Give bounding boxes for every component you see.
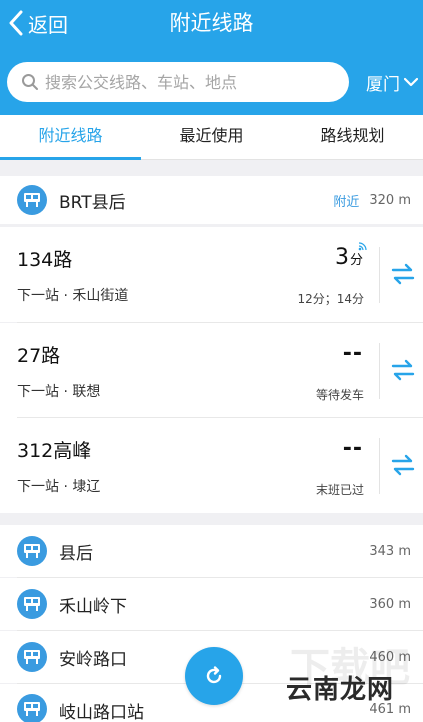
- eta-value: 3: [334, 245, 349, 270]
- refresh-button[interactable]: [185, 647, 243, 705]
- swap-direction-icon[interactable]: [390, 454, 416, 476]
- divider: [379, 343, 380, 399]
- station-header[interactable]: BRT县后 附近 320 m: [0, 176, 423, 224]
- bus-stop-icon: [17, 642, 47, 672]
- station-distance: 360 m: [369, 596, 411, 612]
- route-row[interactable]: 27路 下一站 · 联想 -- 等待发车: [0, 323, 423, 418]
- station-name: 县后: [59, 543, 93, 564]
- watermark-text: 云南龙网: [286, 675, 395, 705]
- city-selector[interactable]: 厦门: [366, 68, 418, 96]
- swap-direction-icon[interactable]: [390, 359, 416, 381]
- search-icon: [22, 74, 38, 90]
- route-name: 27路: [17, 345, 61, 367]
- tab-route-planning[interactable]: 路线规划: [282, 115, 423, 159]
- eta-note: 等待发车: [315, 388, 364, 402]
- divider: [379, 438, 380, 494]
- bus-stop-icon: [17, 694, 47, 722]
- route-row[interactable]: 134路 下一站 · 禾山街道 3 分 12分；14分: [0, 227, 423, 322]
- route-name: 134路: [17, 249, 73, 271]
- next-stop: 下一站 · 禾山街道: [17, 288, 129, 304]
- bus-stop-icon: [17, 589, 47, 619]
- bus-stop-icon: [17, 536, 47, 566]
- eta-note: 12分；14分: [297, 292, 364, 306]
- nearby-tag: 附近: [333, 194, 360, 210]
- city-label: 厦门: [366, 74, 400, 95]
- swap-direction-icon[interactable]: [390, 263, 416, 285]
- realtime-signal-icon: [358, 242, 367, 251]
- refresh-icon: [206, 666, 222, 684]
- route-name: 312高峰: [17, 440, 92, 462]
- route-row[interactable]: 312高峰 下一站 · 埭辽 -- 末班已过: [0, 418, 423, 513]
- tab-recent[interactable]: 最近使用: [141, 115, 282, 159]
- station-row[interactable]: 禾山岭下 360 m: [0, 578, 423, 630]
- station-name: 禾山岭下: [59, 596, 127, 617]
- tab-nearby-routes[interactable]: 附近线路: [0, 115, 141, 160]
- chevron-down-icon: [404, 77, 418, 87]
- tab-bar: 附近线路 最近使用 路线规划: [0, 115, 423, 160]
- bus-stop-icon: [17, 185, 47, 215]
- eta-unit: 分: [349, 253, 363, 268]
- page-title: 附近线路: [169, 11, 254, 35]
- next-stop: 下一站 · 联想: [17, 384, 101, 400]
- divider: [379, 247, 380, 303]
- app-header: 返回 附近线路 厦门: [0, 0, 423, 115]
- eta-note: 末班已过: [315, 483, 364, 497]
- eta-value: --: [342, 436, 363, 461]
- next-stop: 下一站 · 埭辽: [17, 479, 101, 495]
- station-name: BRT县后: [59, 192, 126, 213]
- search-input[interactable]: [45, 72, 325, 92]
- station-row[interactable]: 县后 343 m: [0, 525, 423, 577]
- eta-value: --: [342, 341, 363, 366]
- station-distance: 343 m: [369, 543, 411, 559]
- station-distance: 320 m: [369, 192, 411, 208]
- search-bar[interactable]: [7, 62, 349, 102]
